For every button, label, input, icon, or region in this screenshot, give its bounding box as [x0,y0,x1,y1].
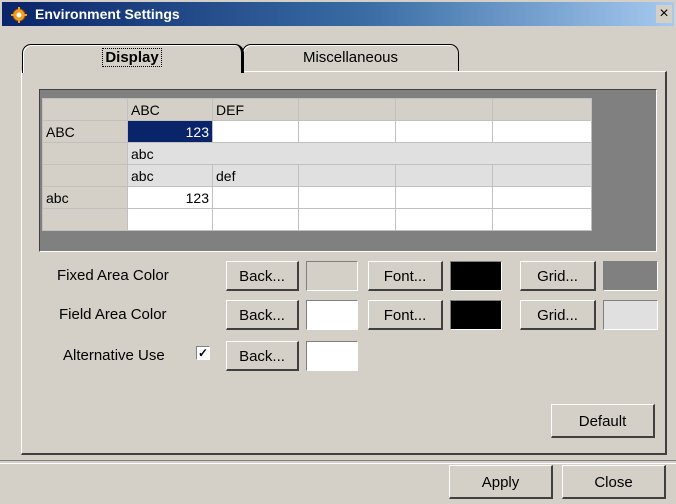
alternative-back-swatch [306,341,358,371]
grid-cell: DEF [212,98,299,121]
table-row [42,208,592,231]
grid-cell[interactable] [492,208,592,231]
window-title: Environment Settings [35,6,180,22]
grid-cell[interactable]: def [212,164,299,187]
fixed-font-button[interactable]: Font... [368,261,443,291]
fixed-grid-button[interactable]: Grid... [520,261,596,291]
grid-cell [42,142,128,165]
fixed-area-color-label: Fixed Area Color [57,267,169,284]
fixed-back-button[interactable]: Back... [226,261,299,291]
alternative-back-button[interactable]: Back... [226,341,299,371]
grid-cell[interactable] [492,164,592,187]
field-grid-button[interactable]: Grid... [520,300,596,330]
table-row: ABC 123 [42,120,592,143]
field-back-button[interactable]: Back... [226,300,299,330]
grid-cell[interactable] [298,120,396,143]
grid-cell[interactable] [298,186,396,209]
fixed-font-swatch [450,261,502,291]
fixed-grid-swatch [603,261,658,291]
grid-cell-selected[interactable]: 123 [127,120,213,143]
field-font-swatch [450,300,502,330]
title-bar[interactable]: Environment Settings × [2,2,674,26]
grid-cell[interactable] [395,164,493,187]
grid-cell[interactable] [127,208,213,231]
grid-cell[interactable] [492,186,592,209]
table-row: abc 123 [42,186,592,209]
grid-cell[interactable] [212,208,299,231]
grid-cell: abc [42,186,128,209]
grid-cell [42,98,128,121]
table-row: ABC DEF [42,98,592,121]
grid-cell [42,164,128,187]
grid-cell[interactable] [298,164,396,187]
grid-cell[interactable] [395,120,493,143]
default-button[interactable]: Default [551,404,655,438]
grid-cell [395,98,493,121]
field-grid-swatch [603,300,658,330]
close-button[interactable]: Close [562,465,666,499]
tab-display[interactable]: Display [22,44,244,73]
divider [0,460,676,464]
table-row: abc [42,142,592,165]
grid-cell[interactable]: 123 [127,186,213,209]
grid-cell[interactable] [395,186,493,209]
tab-miscellaneous-label: Miscellaneous [302,49,399,66]
grid-cell [298,98,396,121]
alternative-use-checkbox[interactable]: ✓ [196,346,210,360]
fixed-back-swatch [306,261,358,291]
grid-cell[interactable] [395,208,493,231]
preview-grid: ABC DEF ABC 123 abc abc def abc 123 [42,98,592,231]
table-row: abc def [42,164,592,187]
tab-display-label: Display [102,48,162,67]
apply-button[interactable]: Apply [449,465,553,499]
field-back-swatch [306,300,358,330]
grid-cell[interactable] [212,120,299,143]
grid-cell[interactable]: abc [127,164,213,187]
close-icon[interactable]: × [656,5,672,23]
grid-cell[interactable]: abc [127,142,592,165]
gear-icon [11,7,27,23]
grid-cell[interactable] [298,208,396,231]
grid-cell: ABC [127,98,213,121]
grid-cell[interactable] [492,120,592,143]
field-area-color-label: Field Area Color [59,306,167,323]
grid-cell[interactable] [212,186,299,209]
field-font-button[interactable]: Font... [368,300,443,330]
grid-cell [42,208,128,231]
grid-cell [492,98,592,121]
grid-cell: ABC [42,120,128,143]
alternative-use-label: Alternative Use [63,347,165,364]
environment-settings-dialog: Environment Settings × Display Miscellan… [0,0,676,504]
tab-miscellaneous[interactable]: Miscellaneous [242,44,459,71]
